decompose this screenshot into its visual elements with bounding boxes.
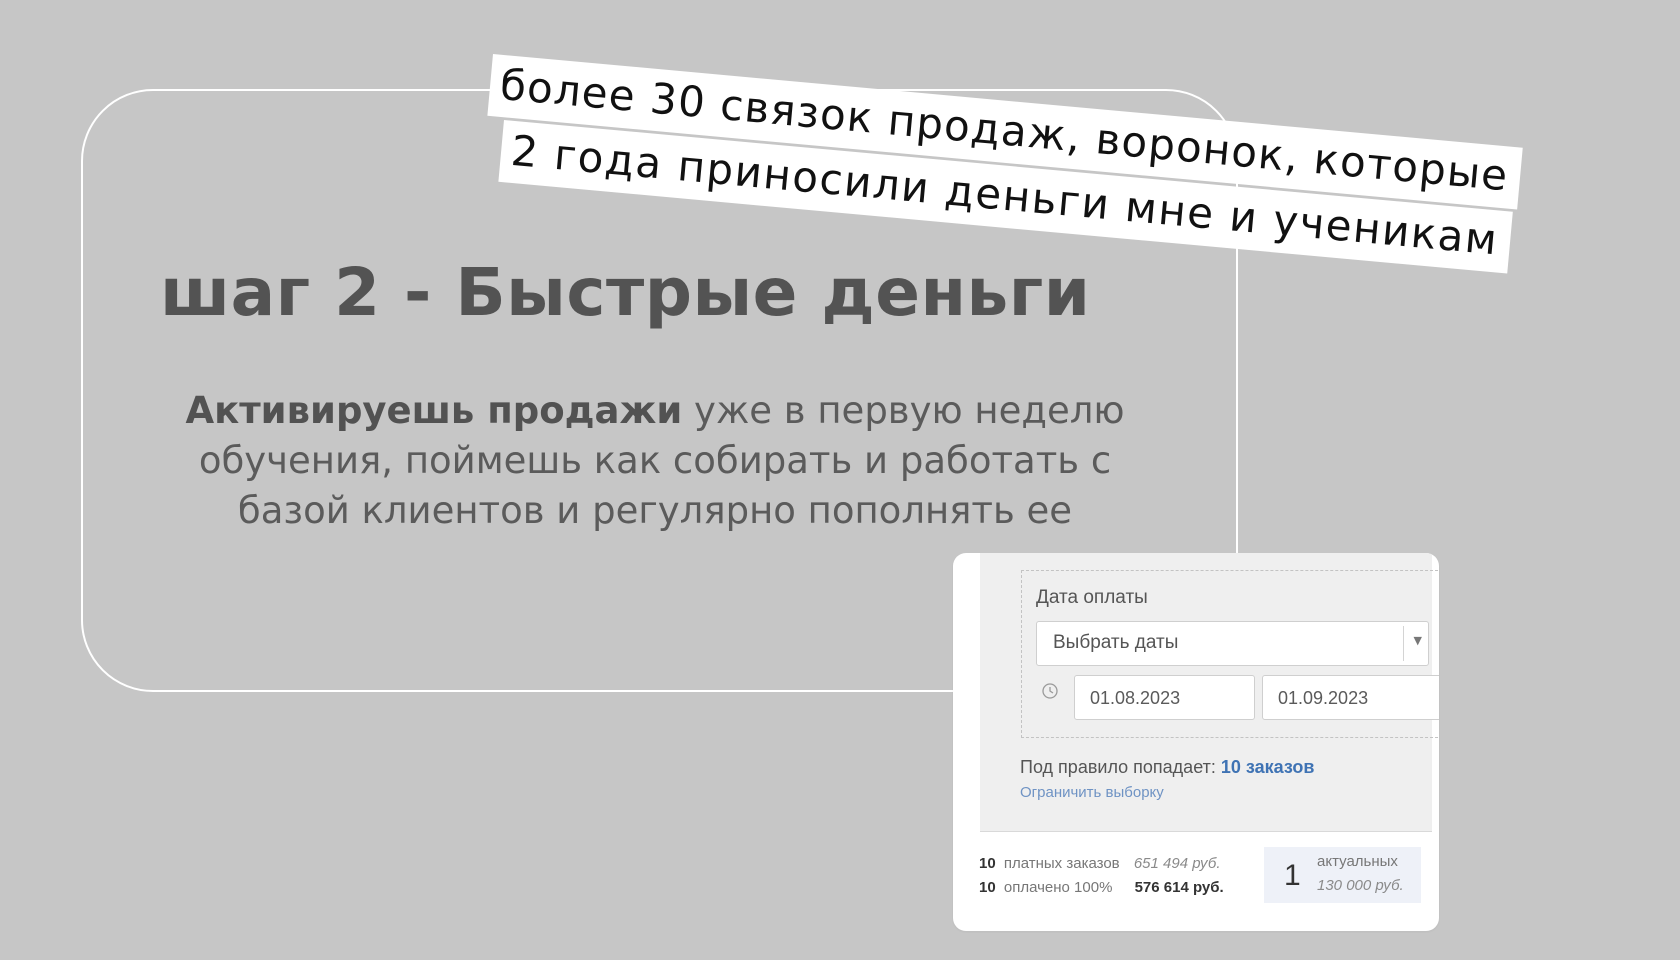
slide-body-text: Активируешь продажи уже в первую неделю … (160, 386, 1150, 536)
stats-label: оплачено 100% (1003, 879, 1113, 896)
stats-label: платных заказов (1003, 855, 1120, 872)
date-to-input[interactable]: 01.09.2023 (1262, 675, 1439, 720)
actual-label: актуальных (1317, 853, 1398, 870)
limit-selection-link[interactable]: Ограничить выборку (1020, 784, 1164, 801)
select-divider (1403, 626, 1404, 661)
order-stats: 10 платных заказов 651 494 руб. 10 оплач… (979, 852, 1224, 900)
date-to-value: 01.09.2023 (1278, 688, 1369, 708)
date-from-input[interactable]: 01.08.2023 (1074, 675, 1255, 720)
payment-filter-screenshot: Дата оплаты Выбрать даты ▼ 01.08.2023 01… (953, 553, 1439, 931)
slide-headline: шаг 2 - Быстрые деньги (160, 254, 1091, 331)
actual-count: 1 (1284, 859, 1301, 892)
stats-row-fully-paid: 10 оплачено 100% 576 614 руб. (979, 876, 1224, 900)
rule-summary: Под правило попадает: 10 заказов (1020, 757, 1314, 778)
actual-orders-box: 1 актуальных 130 000 руб. (1264, 847, 1421, 903)
stats-amount: 576 614 руб. (1134, 879, 1224, 896)
date-from-value: 01.08.2023 (1090, 688, 1181, 708)
slide-body-bold: Активируешь продажи (185, 389, 683, 432)
actual-amount: 130 000 руб. (1317, 877, 1404, 894)
rule-count-link[interactable]: 10 заказов (1221, 757, 1315, 777)
stats-amount: 651 494 руб. (1133, 855, 1221, 872)
date-range-select-value: Выбрать даты (1053, 632, 1179, 653)
stats-count: 10 (979, 855, 996, 872)
stats-row-paid: 10 платных заказов 651 494 руб. (979, 852, 1224, 876)
stats-count: 10 (979, 879, 996, 896)
clock-icon (1042, 683, 1058, 699)
filter-panel: Дата оплаты Выбрать даты ▼ 01.08.2023 01… (980, 553, 1439, 832)
payment-date-label: Дата оплаты (1036, 587, 1148, 608)
chevron-down-icon[interactable]: ▼ (1414, 634, 1422, 647)
date-range-select[interactable]: Выбрать даты ▼ (1036, 621, 1429, 666)
rule-text: Под правило попадает: (1020, 757, 1221, 777)
